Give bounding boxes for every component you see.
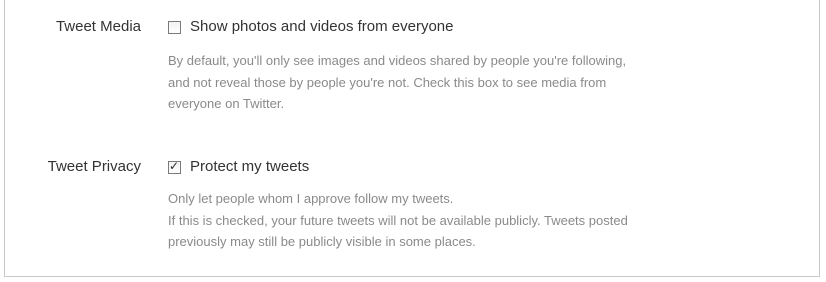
description-line: previously may still be publicly visible… [168,234,476,249]
description-line: and not reveal those by people you're no… [168,74,607,90]
tweet-media-description: By default, you'll only see images and v… [168,50,788,115]
tweet-privacy-label: Tweet Privacy [47,158,141,175]
settings-panel: Tweet Media Show photos and videos from … [4,0,820,277]
description-line: If this is checked, your future tweets w… [168,212,628,228]
description-line: everyone on Twitter. [168,96,285,111]
tweet-privacy-control[interactable]: ✓ Protect my tweets [168,157,309,177]
tweet-privacy-description: Only let people whom I approve follow my… [168,188,788,253]
protect-tweets-checkbox[interactable]: ✓ [168,158,181,174]
tweet-media-control[interactable]: Show photos and videos from everyone [168,17,454,37]
protect-tweets-checkbox-label[interactable]: Protect my tweets [190,157,309,177]
tweet-media-label: Tweet Media [55,18,141,35]
description-line: By default, you'll only see images and v… [168,53,627,68]
check-mark-icon: ✓ [169,158,180,173]
show-media-checkbox[interactable] [168,20,181,34]
description-line: Only let people whom I approve follow my… [168,191,454,206]
show-media-checkbox-label[interactable]: Show photos and videos from everyone [190,17,454,37]
